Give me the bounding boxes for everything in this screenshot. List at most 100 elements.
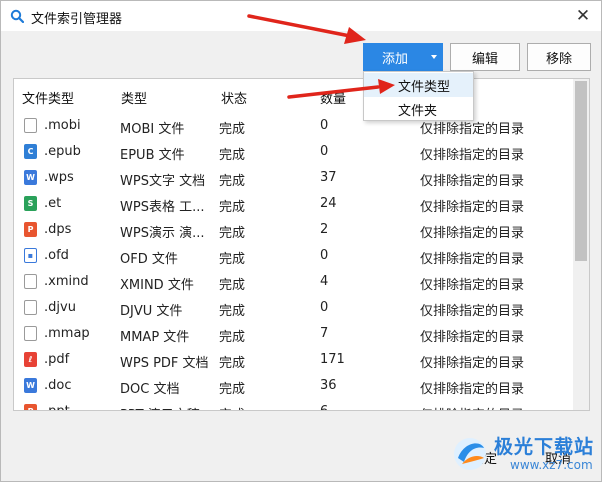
watermark-site-name: 极光下载站 — [494, 436, 595, 458]
cell-status: 完成 — [219, 356, 246, 371]
close-icon: ✕ — [575, 6, 591, 26]
cell-file-extension: .mobi — [44, 118, 81, 133]
cell-rule: 仅排除指定的目录 — [420, 200, 525, 215]
document-icon — [24, 300, 37, 315]
pdf-icon: ℓ — [24, 352, 37, 367]
table-row[interactable]: ℓ .pdf WPS PDF 文档 完成 171 仅排除指定的目录 — [14, 347, 574, 373]
cell-count: 0 — [320, 248, 329, 263]
list-rows: .mobi MOBI 文件 完成 0 仅排除指定的目录 C .epub EPUB 文件 完成 0 仅… — [14, 113, 574, 410]
cell-status: 完成 — [219, 278, 246, 293]
cell-rule: 仅排除指定的目录 — [420, 382, 525, 397]
remove-button[interactable]: 移除 — [527, 43, 591, 71]
cell-type: WPS PDF 文档 — [120, 356, 209, 371]
cell-status: 完成 — [219, 252, 246, 267]
chevron-down-icon — [431, 55, 437, 59]
cell-file-extension: .doc — [44, 378, 72, 393]
cell-status: 完成 — [219, 382, 246, 397]
watermark-site-url: www.xz7.com — [510, 458, 593, 472]
cell-rule: 仅排除指定的目录 — [420, 226, 525, 241]
column-header-file-type[interactable]: 文件类型 — [22, 88, 74, 107]
table-row[interactable]: .mmap MMAP 文件 完成 7 仅排除指定的目录 — [14, 321, 574, 347]
table-row[interactable]: .djvu DJVU 文件 完成 0 仅排除指定的目录 — [14, 295, 574, 321]
cell-count: 0 — [320, 118, 329, 133]
cell-file-extension: .xmind — [44, 274, 89, 289]
document-icon — [24, 118, 37, 133]
table-row[interactable]: W .doc DOC 文档 完成 36 仅排除指定的目录 — [14, 373, 574, 399]
search-app-icon — [10, 9, 24, 23]
cell-status: 完成 — [219, 404, 245, 410]
cell-file-extension: .ofd — [44, 248, 69, 263]
cell-rule: 仅排除指定的目录 — [420, 148, 525, 163]
cell-status: 完成 — [219, 304, 246, 319]
cell-type: WPS演示 演... — [120, 226, 205, 241]
cell-count: 2 — [320, 222, 329, 237]
column-header-status[interactable]: 状态 — [221, 88, 247, 107]
cell-count: 4 — [320, 274, 329, 289]
table-row[interactable]: C .epub EPUB 文件 完成 0 仅排除指定的目录 — [14, 139, 574, 165]
cell-status: 完成 — [219, 200, 246, 215]
column-header-count[interactable]: 数量 — [320, 88, 346, 107]
cell-count: 171 — [320, 352, 345, 367]
table-row[interactable]: S .et WPS表格 工... 完成 24 仅排除指定的目录 — [14, 191, 574, 217]
column-header-type[interactable]: 类型 — [121, 88, 147, 107]
aurora-logo-icon — [454, 438, 486, 470]
cell-type: MOBI 文件 — [120, 122, 185, 137]
cell-type: DJVU 文件 — [120, 304, 183, 319]
cell-count: 0 — [320, 144, 329, 159]
add-dropdown-menu: 文件类型 文件夹 — [363, 71, 474, 121]
scrollbar-thumb[interactable] — [575, 81, 587, 261]
window-title: 文件索引管理器 — [31, 12, 123, 27]
table-row[interactable]: .mobi MOBI 文件 完成 0 仅排除指定的目录 — [14, 113, 574, 139]
index-manager-window: 文件索引管理器 ✕ 添加 编辑 移除 文件类型 类型 状态 数量 .mobi MO… — [0, 0, 602, 482]
menu-item-file-type[interactable]: 文件类型 — [364, 73, 473, 97]
cell-type: OFD 文件 — [120, 252, 178, 267]
list-header: 文件类型 类型 状态 数量 — [14, 79, 574, 114]
cell-count: 37 — [320, 170, 337, 185]
document-icon — [24, 326, 37, 341]
cell-file-extension: .ppt — [44, 404, 70, 410]
cell-count: 36 — [320, 378, 337, 393]
wps-writer-icon: W — [24, 170, 37, 185]
title-bar: 文件索引管理器 ✕ — [1, 1, 601, 31]
cell-count: 6 — [320, 404, 328, 410]
cell-status: 完成 — [219, 174, 246, 189]
cell-type: DOC 文档 — [120, 382, 180, 397]
cell-type: MMAP 文件 — [120, 330, 190, 345]
watermark-logo: 极光下载站 www.xz7.com — [448, 428, 600, 480]
wps-presentation-icon: P — [24, 404, 37, 410]
ofd-icon: ▪ — [24, 248, 37, 263]
table-row[interactable]: P .ppt PPT 演示文稿 完成 6 仅排除指定的目录 — [14, 399, 574, 410]
table-row[interactable]: ▪ .ofd OFD 文件 完成 0 仅排除指定的目录 — [14, 243, 574, 269]
cell-rule: 仅排除指定的目录 — [420, 304, 525, 319]
edit-button[interactable]: 编辑 — [450, 43, 520, 71]
add-button[interactable]: 添加 — [363, 43, 443, 71]
cell-file-extension: .epub — [44, 144, 81, 159]
cell-count: 24 — [320, 196, 337, 211]
table-row[interactable]: P .dps WPS演示 演... 完成 2 仅排除指定的目录 — [14, 217, 574, 243]
epub-icon: C — [24, 144, 37, 159]
cell-count: 7 — [320, 326, 329, 341]
document-icon — [24, 274, 37, 289]
cell-type: WPS表格 工... — [120, 200, 205, 215]
cell-file-extension: .mmap — [44, 326, 90, 341]
cell-type: PPT 演示文稿 — [120, 404, 200, 410]
table-row[interactable]: .xmind XMIND 文件 完成 4 仅排除指定的目录 — [14, 269, 574, 295]
cell-type: EPUB 文件 — [120, 148, 185, 163]
cell-type: XMIND 文件 — [120, 278, 194, 293]
file-type-list[interactable]: 文件类型 类型 状态 数量 .mobi MOBI 文件完成 0 仅排除指定的目录 C .e… — [13, 78, 590, 411]
cell-rule: 仅排除指定的目录 — [420, 356, 525, 371]
close-button[interactable]: ✕ — [565, 1, 601, 31]
cell-file-extension: .dps — [44, 222, 72, 237]
cell-rule: 仅排除指定的目录 — [420, 330, 525, 345]
cell-status: 完成 — [219, 148, 246, 163]
wps-writer-icon: W — [24, 378, 37, 393]
table-row[interactable]: W .wps WPS文字 文档 完成 37 仅排除指定的目录 — [14, 165, 574, 191]
menu-item-folder[interactable]: 文件夹 — [364, 97, 473, 121]
cell-count: 0 — [320, 300, 329, 315]
add-button-label: 添加 — [382, 51, 409, 67]
vertical-scrollbar[interactable] — [573, 79, 589, 410]
cell-rule: 仅排除指定的目录 — [420, 278, 525, 293]
wps-presentation-icon: P — [24, 222, 37, 237]
cell-type: WPS文字 文档 — [120, 174, 206, 189]
cell-file-extension: .et — [44, 196, 62, 211]
